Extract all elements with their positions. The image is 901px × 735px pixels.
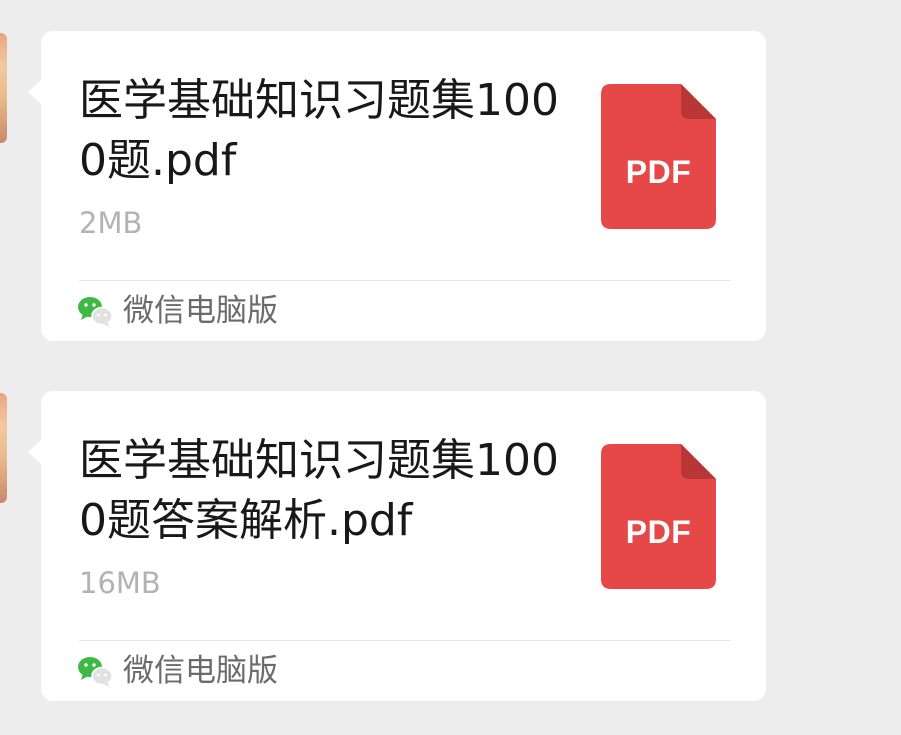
sender-avatar[interactable] — [0, 393, 7, 503]
source-app-row: 微信电脑版 — [77, 651, 278, 691]
pdf-file-icon: PDF — [601, 444, 716, 589]
wechat-icon — [77, 653, 113, 689]
file-message-card[interactable]: 医学基础知识习题集1000题答案解析.pdf 16MB PDF 微信电脑版 — [28, 391, 766, 701]
file-name: 医学基础知识习题集1000题答案解析.pdf — [79, 435, 559, 546]
file-type-label: PDF — [625, 154, 692, 190]
file-size: 16MB — [79, 566, 161, 600]
divider — [79, 640, 731, 641]
file-name: 医学基础知识习题集1000题.pdf — [79, 75, 559, 186]
file-size: 2MB — [79, 206, 143, 240]
source-app-label: 微信电脑版 — [123, 653, 278, 689]
source-app-label: 微信电脑版 — [123, 293, 278, 329]
wechat-icon — [77, 293, 113, 329]
source-app-row: 微信电脑版 — [77, 291, 278, 331]
sender-avatar[interactable] — [0, 33, 7, 143]
pdf-file-icon: PDF — [601, 84, 716, 229]
file-type-label: PDF — [625, 514, 692, 550]
file-message-card[interactable]: 医学基础知识习题集1000题.pdf 2MB PDF 微信电脑版 — [28, 31, 766, 341]
divider — [79, 280, 731, 281]
